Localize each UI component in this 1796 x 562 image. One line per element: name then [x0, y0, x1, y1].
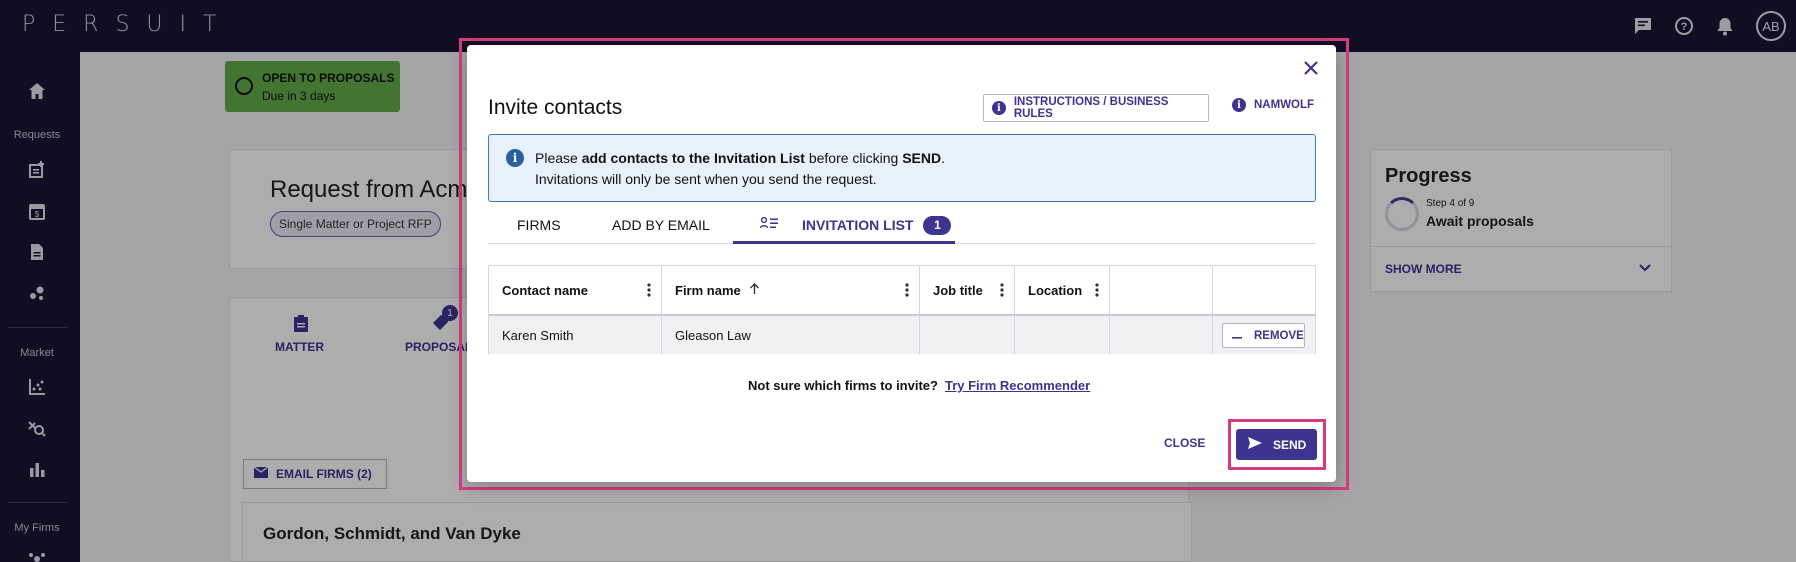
alert-text: .	[941, 150, 946, 166]
invitation-table: Contact name Firm name Job title Locatio…	[488, 265, 1316, 354]
column-label: Firm name	[675, 282, 741, 298]
cell-firm-name: Gleason Law	[662, 316, 920, 354]
tab-add-by-email[interactable]: ADD BY EMAIL	[612, 206, 710, 244]
sort-ascending-icon[interactable]	[749, 282, 760, 298]
tab-invitation-list-label: INVITATION LIST	[802, 217, 914, 233]
close-button[interactable]: CLOSE	[1164, 436, 1205, 450]
firm-recommender-link[interactable]: Try Firm Recommender	[945, 378, 1090, 393]
alert-text: before clicking	[804, 150, 903, 166]
namwolf-label: NAMWOLF	[1254, 99, 1315, 111]
alert-emphasis: SEND	[902, 150, 942, 166]
contact-list-icon	[759, 216, 780, 233]
cell-location	[1015, 316, 1110, 354]
alert-text: Please	[535, 150, 582, 166]
column-label: Location	[1028, 282, 1083, 298]
column-header-contact-name[interactable]: Contact name	[489, 266, 662, 314]
column-menu-icon[interactable]	[1095, 283, 1099, 297]
info-icon: i	[992, 101, 1006, 115]
column-header-job-title[interactable]: Job title	[920, 266, 1015, 314]
column-menu-icon[interactable]	[905, 283, 909, 297]
invitation-count-badge: 1	[923, 215, 952, 235]
column-menu-icon[interactable]	[1000, 283, 1004, 297]
alert-line-2: Invitations will only be sent when you s…	[535, 171, 877, 187]
close-icon[interactable]	[1303, 60, 1323, 80]
invite-tabs: FIRMS ADD BY EMAIL INVITATION LIST 1	[488, 206, 1316, 244]
remove-label: REMOVE	[1254, 329, 1304, 342]
tab-invitation-list[interactable]: INVITATION LIST 1	[759, 206, 952, 244]
column-menu-icon[interactable]	[647, 283, 651, 297]
column-header-blank	[1110, 266, 1213, 314]
instructions-label: INSTRUCTIONS / BUSINESS RULES	[1013, 96, 1169, 120]
tab-firms[interactable]: FIRMS	[517, 206, 561, 244]
send-button[interactable]: SEND	[1236, 429, 1317, 460]
send-icon	[1247, 436, 1263, 453]
alert-emphasis: add contacts to the Invitation List	[581, 150, 805, 166]
recommend-text: Not sure which firms to invite?	[748, 378, 938, 393]
remove-button[interactable]: REMOVE	[1222, 323, 1305, 348]
namwolf-link[interactable]: i NAMWOLF	[1232, 98, 1314, 112]
cell-job-title	[920, 316, 1015, 354]
active-tab-indicator	[733, 241, 955, 244]
column-label: Contact name	[502, 282, 588, 298]
info-icon: i	[1232, 98, 1246, 112]
minus-icon	[1232, 330, 1242, 342]
column-header-firm-name[interactable]: Firm name	[662, 266, 920, 314]
modal-title: Invite contacts	[488, 96, 623, 119]
column-label: Job title	[933, 282, 983, 298]
cell-contact-name: Karen Smith	[489, 316, 662, 354]
instructions-button[interactable]: i INSTRUCTIONS / BUSINESS RULES	[983, 94, 1209, 122]
recommend-prompt: Not sure which firms to invite? Try Firm …	[748, 378, 1090, 393]
table-row: Karen Smith Gleason Law REMOVE	[489, 314, 1315, 354]
info-alert: i Please add contacts to the Invitation …	[488, 134, 1316, 202]
alert-line-1: Please add contacts to the Invitation Li…	[535, 150, 945, 166]
info-icon: i	[506, 149, 524, 167]
column-header-location[interactable]: Location	[1015, 266, 1110, 314]
cell-blank	[1110, 316, 1213, 354]
send-label: SEND	[1273, 437, 1307, 452]
